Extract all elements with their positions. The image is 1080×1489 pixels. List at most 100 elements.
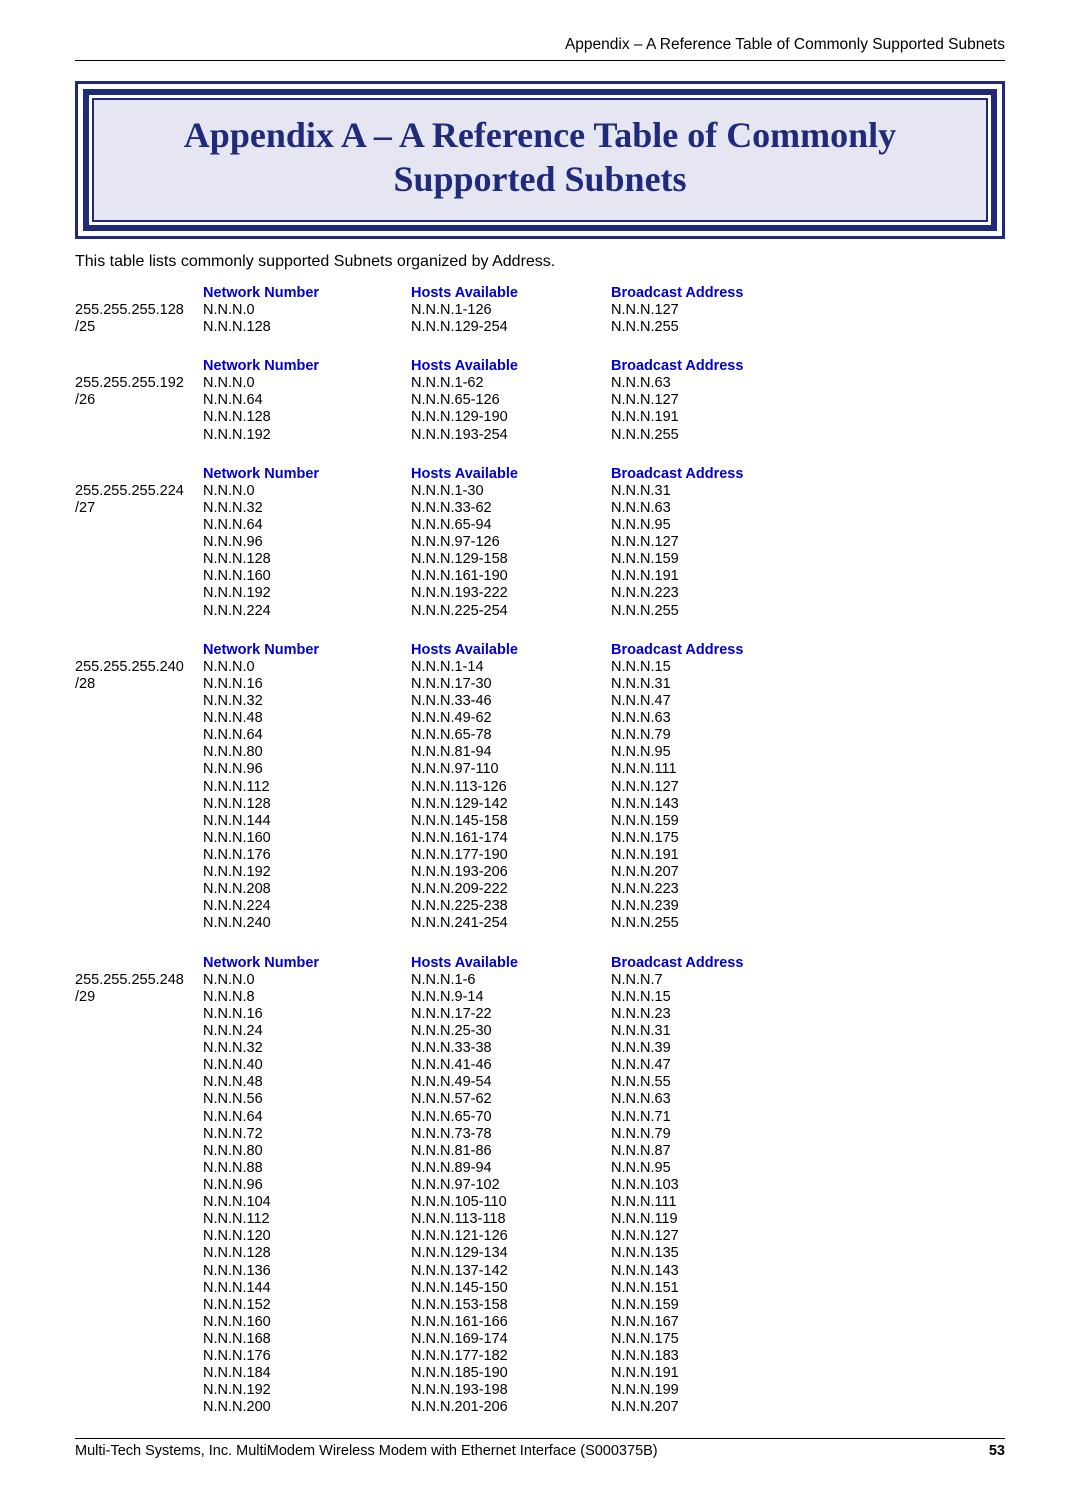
table-cell: N.N.N.1-6	[411, 972, 611, 989]
table-cell: N.N.N.224	[203, 898, 411, 915]
table-cell: N.N.N.128	[203, 551, 411, 568]
table-cell: N.N.N.0	[203, 375, 411, 392]
subnet-mask: 255.255.255.240	[75, 659, 203, 676]
table-cell: N.N.N.64	[203, 1109, 411, 1126]
column-header-network-number: Network Number	[203, 358, 411, 375]
table-cell: N.N.N.56	[203, 1091, 411, 1108]
table-cell: N.N.N.129-134	[411, 1245, 611, 1262]
table-cell: N.N.N.97-102	[411, 1177, 611, 1194]
table-cell: N.N.N.192	[203, 864, 411, 881]
table-cell: N.N.N.207	[611, 864, 831, 881]
table-cell: N.N.N.112	[203, 1211, 411, 1228]
table-cell: N.N.N.48	[203, 1074, 411, 1091]
table-cell: N.N.N.31	[611, 676, 831, 693]
table-cell: N.N.N.55	[611, 1074, 831, 1091]
column-header-broadcast-address: Broadcast Address	[611, 358, 831, 375]
subnet-section: 255.255.255.192/26Network NumberN.N.N.0N…	[75, 358, 1005, 444]
table-cell: N.N.N.120	[203, 1228, 411, 1245]
table-cell: N.N.N.96	[203, 761, 411, 778]
column-header-broadcast-address: Broadcast Address	[611, 955, 831, 972]
broadcast-address-column: Broadcast AddressN.N.N.127N.N.N.255	[611, 285, 831, 336]
table-cell: N.N.N.159	[611, 1297, 831, 1314]
subnet-section: 255.255.255.248/29Network NumberN.N.N.0N…	[75, 955, 1005, 1417]
table-cell: N.N.N.63	[611, 375, 831, 392]
table-cell: N.N.N.159	[611, 813, 831, 830]
table-cell: N.N.N.144	[203, 813, 411, 830]
title-frame: Appendix A – A Reference Table of Common…	[75, 81, 1005, 239]
broadcast-address-column: Broadcast AddressN.N.N.7N.N.N.15N.N.N.23…	[611, 955, 831, 1417]
table-cell: N.N.N.127	[611, 779, 831, 796]
table-cell: N.N.N.95	[611, 744, 831, 761]
table-cell: N.N.N.8	[203, 989, 411, 1006]
table-cell: N.N.N.185-190	[411, 1365, 611, 1382]
table-cell: N.N.N.33-38	[411, 1040, 611, 1057]
mask-spacer	[75, 642, 203, 659]
table-cell: N.N.N.72	[203, 1126, 411, 1143]
table-cell: N.N.N.225-254	[411, 603, 611, 620]
table-cell: N.N.N.7	[611, 972, 831, 989]
table-cell: N.N.N.255	[611, 915, 831, 932]
table-cell: N.N.N.161-174	[411, 830, 611, 847]
table-cell: N.N.N.208	[203, 881, 411, 898]
table-cell: N.N.N.224	[203, 603, 411, 620]
table-cell: N.N.N.32	[203, 500, 411, 517]
table-cell: N.N.N.168	[203, 1331, 411, 1348]
table-cell: N.N.N.129-142	[411, 796, 611, 813]
table-cell: N.N.N.65-126	[411, 392, 611, 409]
table-cell: N.N.N.167	[611, 1314, 831, 1331]
table-cell: N.N.N.31	[611, 1023, 831, 1040]
table-cell: N.N.N.47	[611, 693, 831, 710]
table-cell: N.N.N.128	[203, 409, 411, 426]
table-cell: N.N.N.175	[611, 830, 831, 847]
table-cell: N.N.N.160	[203, 568, 411, 585]
table-cell: N.N.N.81-94	[411, 744, 611, 761]
table-cell: N.N.N.97-126	[411, 534, 611, 551]
broadcast-address-column: Broadcast AddressN.N.N.15N.N.N.31N.N.N.4…	[611, 642, 831, 933]
table-cell: N.N.N.239	[611, 898, 831, 915]
table-cell: N.N.N.1-62	[411, 375, 611, 392]
column-header-broadcast-address: Broadcast Address	[611, 466, 831, 483]
table-cell: N.N.N.153-158	[411, 1297, 611, 1314]
table-cell: N.N.N.23	[611, 1006, 831, 1023]
table-cell: N.N.N.143	[611, 796, 831, 813]
table-cell: N.N.N.48	[203, 710, 411, 727]
table-cell: N.N.N.143	[611, 1263, 831, 1280]
table-cell: N.N.N.129-254	[411, 319, 611, 336]
table-cell: N.N.N.200	[203, 1399, 411, 1416]
table-cell: N.N.N.95	[611, 517, 831, 534]
table-cell: N.N.N.113-126	[411, 779, 611, 796]
mask-spacer	[75, 466, 203, 483]
table-cell: N.N.N.161-190	[411, 568, 611, 585]
table-cell: N.N.N.0	[203, 972, 411, 989]
table-cell: N.N.N.17-22	[411, 1006, 611, 1023]
table-cell: N.N.N.32	[203, 693, 411, 710]
network-number-column: Network NumberN.N.N.0N.N.N.128	[203, 285, 411, 336]
table-cell: N.N.N.104	[203, 1194, 411, 1211]
table-cell: N.N.N.177-182	[411, 1348, 611, 1365]
table-cell: N.N.N.136	[203, 1263, 411, 1280]
table-cell: N.N.N.111	[611, 761, 831, 778]
table-cell: N.N.N.49-62	[411, 710, 611, 727]
subnet-section: 255.255.255.224/27Network NumberN.N.N.0N…	[75, 466, 1005, 620]
table-cell: N.N.N.15	[611, 659, 831, 676]
table-cell: N.N.N.135	[611, 1245, 831, 1262]
column-header-network-number: Network Number	[203, 466, 411, 483]
column-header-network-number: Network Number	[203, 642, 411, 659]
table-cell: N.N.N.193-206	[411, 864, 611, 881]
table-cell: N.N.N.255	[611, 603, 831, 620]
table-cell: N.N.N.105-110	[411, 1194, 611, 1211]
table-cell: N.N.N.184	[203, 1365, 411, 1382]
table-cell: N.N.N.255	[611, 319, 831, 336]
network-number-column: Network NumberN.N.N.0N.N.N.32N.N.N.64N.N…	[203, 466, 411, 620]
column-header-hosts-available: Hosts Available	[411, 466, 611, 483]
table-cell: N.N.N.160	[203, 830, 411, 847]
table-cell: N.N.N.145-158	[411, 813, 611, 830]
table-cell: N.N.N.15	[611, 989, 831, 1006]
footer-text: Multi-Tech Systems, Inc. MultiModem Wire…	[75, 1443, 658, 1459]
column-header-broadcast-address: Broadcast Address	[611, 285, 831, 302]
title-frame-inner: Appendix A – A Reference Table of Common…	[83, 89, 997, 231]
table-cell: N.N.N.80	[203, 1143, 411, 1160]
table-cell: N.N.N.255	[611, 427, 831, 444]
table-cell: N.N.N.1-126	[411, 302, 611, 319]
subnet-mask: 255.255.255.224	[75, 483, 203, 500]
